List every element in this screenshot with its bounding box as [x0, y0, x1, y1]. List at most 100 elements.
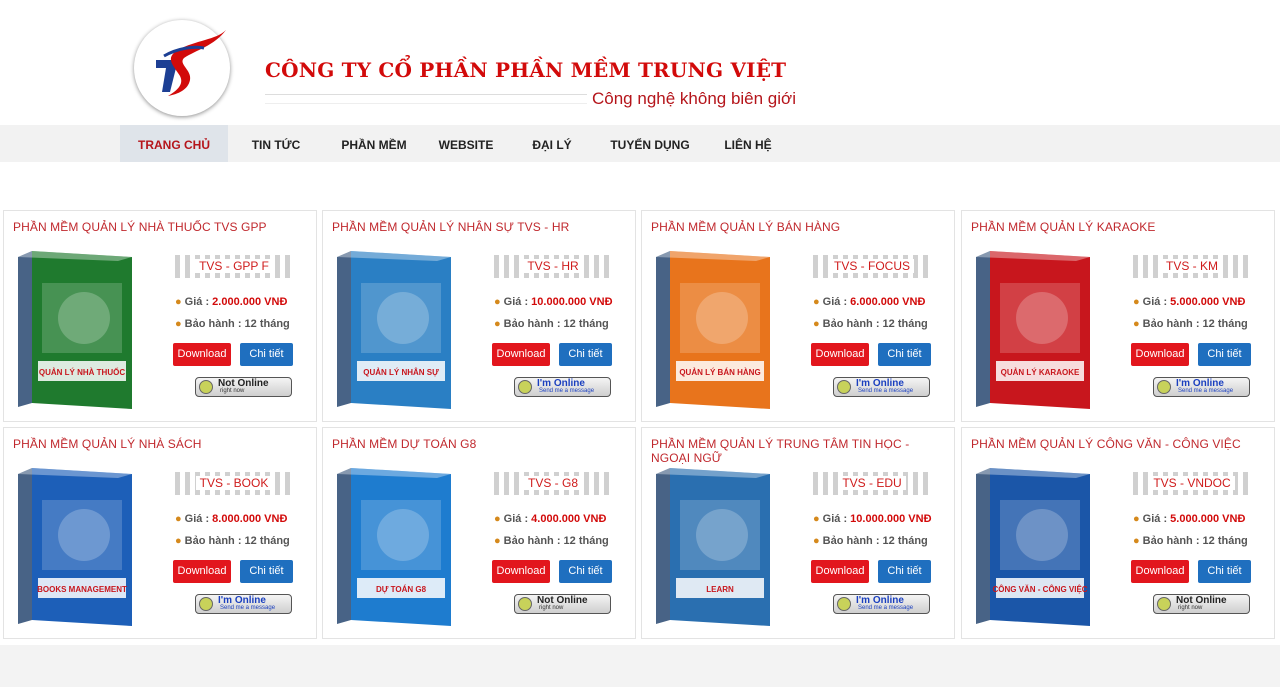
product-title[interactable]: PHẦN MỀM QUẢN LÝ NHÀ SÁCH: [13, 437, 309, 451]
download-button[interactable]: Download: [811, 560, 869, 583]
status-smiley-icon: [199, 597, 213, 611]
status-subtext: Send me a message: [220, 605, 276, 611]
detail-button[interactable]: Chi tiết: [878, 343, 931, 366]
product-box-label: DỰ TOÁN G8: [376, 585, 427, 594]
status-subtext: Send me a message: [858, 388, 914, 394]
product-title[interactable]: PHẦN MỀM QUẢN LÝ NHÀ THUỐC TVS GPP: [13, 220, 309, 234]
bullet-icon: ●: [494, 535, 501, 547]
product-card: PHẦN MỀM QUẢN LÝ NHÀ THUỐC TVS GPP QUẢN …: [3, 210, 317, 422]
site-header: CÔNG TY CỔ PHẦN PHẦN MỀM TRUNG VIỆT Công…: [0, 0, 1280, 125]
detail-button[interactable]: Chi tiết: [878, 560, 931, 583]
online-status-button[interactable]: I'm Online Send me a message: [1153, 377, 1250, 397]
nav-item-home[interactable]: TRANG CHỦ: [120, 125, 228, 162]
product-box-image[interactable]: QUẢN LÝ KARAOKE: [972, 243, 1097, 413]
price-value: 5.000.000 VNĐ: [1170, 513, 1246, 525]
product-code: TVS - FOCUS: [829, 259, 914, 273]
nav-item-software[interactable]: PHẦN MỀM: [332, 125, 416, 162]
price-label: Giá :: [822, 513, 848, 525]
product-box-label: QUẢN LÝ BÁN HÀNG: [679, 368, 760, 377]
product-title[interactable]: PHẦN MỀM QUẢN LÝ BÁN HÀNG: [651, 220, 947, 234]
warranty-text: Bảo hành : 12 tháng: [1142, 318, 1248, 330]
nav-item-agents[interactable]: ĐẠI LÝ: [520, 125, 584, 162]
company-logo[interactable]: [134, 20, 230, 116]
detail-button[interactable]: Chi tiết: [559, 343, 612, 366]
product-box-image[interactable]: LEARN: [652, 460, 777, 630]
online-status-button[interactable]: I'm Online Send me a message: [833, 594, 930, 614]
product-card: PHẦN MỀM QUẢN LÝ TRUNG TÂM TIN HỌC - NGO…: [641, 427, 955, 639]
download-button[interactable]: Download: [811, 343, 869, 366]
status-smiley-icon: [837, 380, 851, 394]
product-box-label: QUẢN LÝ KARAOKE: [1001, 368, 1080, 377]
status-subtext: right now: [1178, 605, 1203, 611]
nav-item-website[interactable]: WEBSITE: [430, 125, 502, 162]
download-button[interactable]: Download: [173, 560, 231, 583]
status-subtext: Send me a message: [539, 388, 595, 394]
product-card: PHẦN MỀM QUẢN LÝ BÁN HÀNG QUẢN LÝ BÁN HÀ…: [641, 210, 955, 422]
price-label: Giá :: [503, 513, 529, 525]
detail-button[interactable]: Chi tiết: [240, 343, 293, 366]
header-divider: [265, 94, 587, 104]
status-subtext: right now: [539, 605, 564, 611]
download-button[interactable]: Download: [173, 343, 231, 366]
product-code-badge: TVS - BOOK: [175, 472, 293, 495]
download-button[interactable]: Download: [1131, 560, 1189, 583]
product-price: ● Giá : 6.000.000 VNĐ: [813, 296, 925, 308]
product-box-label: LEARN: [706, 585, 734, 594]
product-warranty: ● Bảo hành : 12 tháng: [1133, 535, 1248, 547]
product-code: TVS - GPP F: [195, 259, 273, 273]
detail-button[interactable]: Chi tiết: [1198, 343, 1251, 366]
offline-status-button[interactable]: Not Online right now: [195, 377, 292, 397]
product-code-badge: TVS - VNDOC: [1133, 472, 1251, 495]
download-button[interactable]: Download: [492, 560, 550, 583]
nav-item-recruitment[interactable]: TUYỂN DỤNG: [600, 125, 700, 162]
product-code-badge: TVS - KM: [1133, 255, 1251, 278]
product-code-badge: TVS - FOCUS: [813, 255, 931, 278]
bullet-icon: ●: [175, 318, 182, 330]
detail-button[interactable]: Chi tiết: [559, 560, 612, 583]
bullet-icon: ●: [1133, 513, 1140, 525]
bullet-icon: ●: [813, 296, 820, 308]
price-label: Giá :: [822, 296, 848, 308]
detail-button[interactable]: Chi tiết: [240, 560, 293, 583]
bullet-icon: ●: [175, 296, 182, 308]
bullet-icon: ●: [813, 535, 820, 547]
product-price: ● Giá : 10.000.000 VNĐ: [494, 296, 613, 308]
status-smiley-icon: [1157, 380, 1171, 394]
warranty-text: Bảo hành : 12 tháng: [1142, 535, 1248, 547]
product-warranty: ● Bảo hành : 12 tháng: [494, 318, 609, 330]
product-box-image[interactable]: QUẢN LÝ NHÂN SỰ: [333, 243, 458, 413]
product-box-image[interactable]: DỰ TOÁN G8: [333, 460, 458, 630]
product-title[interactable]: PHẦN MỀM QUẢN LÝ KARAOKE: [971, 220, 1267, 234]
product-box-image[interactable]: QUẢN LÝ BÁN HÀNG: [652, 243, 777, 413]
download-button[interactable]: Download: [1131, 343, 1189, 366]
product-box-image[interactable]: CÔNG VĂN - CÔNG VIỆC: [972, 460, 1097, 630]
product-warranty: ● Bảo hành : 12 tháng: [813, 535, 928, 547]
download-button[interactable]: Download: [492, 343, 550, 366]
product-box-image[interactable]: QUẢN LÝ NHÀ THUỐC: [14, 243, 139, 413]
product-code: TVS - EDU: [838, 476, 906, 490]
product-card: PHẦN MỀM QUẢN LÝ NHÀ SÁCH BOOKS MANAGEME…: [3, 427, 317, 639]
price-value: 5.000.000 VNĐ: [1170, 296, 1246, 308]
product-price: ● Giá : 5.000.000 VNĐ: [1133, 296, 1245, 308]
bullet-icon: ●: [175, 535, 182, 547]
online-status-button[interactable]: I'm Online Send me a message: [833, 377, 930, 397]
detail-button[interactable]: Chi tiết: [1198, 560, 1251, 583]
footer-strip: [0, 645, 1280, 687]
price-value: 10.000.000 VNĐ: [531, 296, 613, 308]
offline-status-button[interactable]: Not Online right now: [514, 594, 611, 614]
product-card: PHẦN MỀM QUẢN LÝ KARAOKE QUẢN LÝ KARAOKE…: [961, 210, 1275, 422]
online-status-button[interactable]: I'm Online Send me a message: [514, 377, 611, 397]
status-smiley-icon: [199, 380, 213, 394]
offline-status-button[interactable]: Not Online right now: [1153, 594, 1250, 614]
online-status-button[interactable]: I'm Online Send me a message: [195, 594, 292, 614]
bullet-icon: ●: [494, 318, 501, 330]
logo-mark-icon: [156, 30, 226, 96]
price-value: 2.000.000 VNĐ: [212, 296, 288, 308]
nav-item-news[interactable]: TIN TỨC: [238, 125, 314, 162]
price-value: 6.000.000 VNĐ: [850, 296, 926, 308]
product-box-image[interactable]: BOOKS MANAGEMENT: [14, 460, 139, 630]
nav-item-contact[interactable]: LIÊN HỆ: [714, 125, 782, 162]
product-title[interactable]: PHẦN MỀM QUẢN LÝ CÔNG VĂN - CÔNG VIỆC: [971, 437, 1267, 451]
product-title[interactable]: PHẦN MỀM DỰ TOÁN G8: [332, 437, 628, 451]
product-title[interactable]: PHẦN MỀM QUẢN LÝ NHÂN SỰ TVS - HR: [332, 220, 628, 234]
